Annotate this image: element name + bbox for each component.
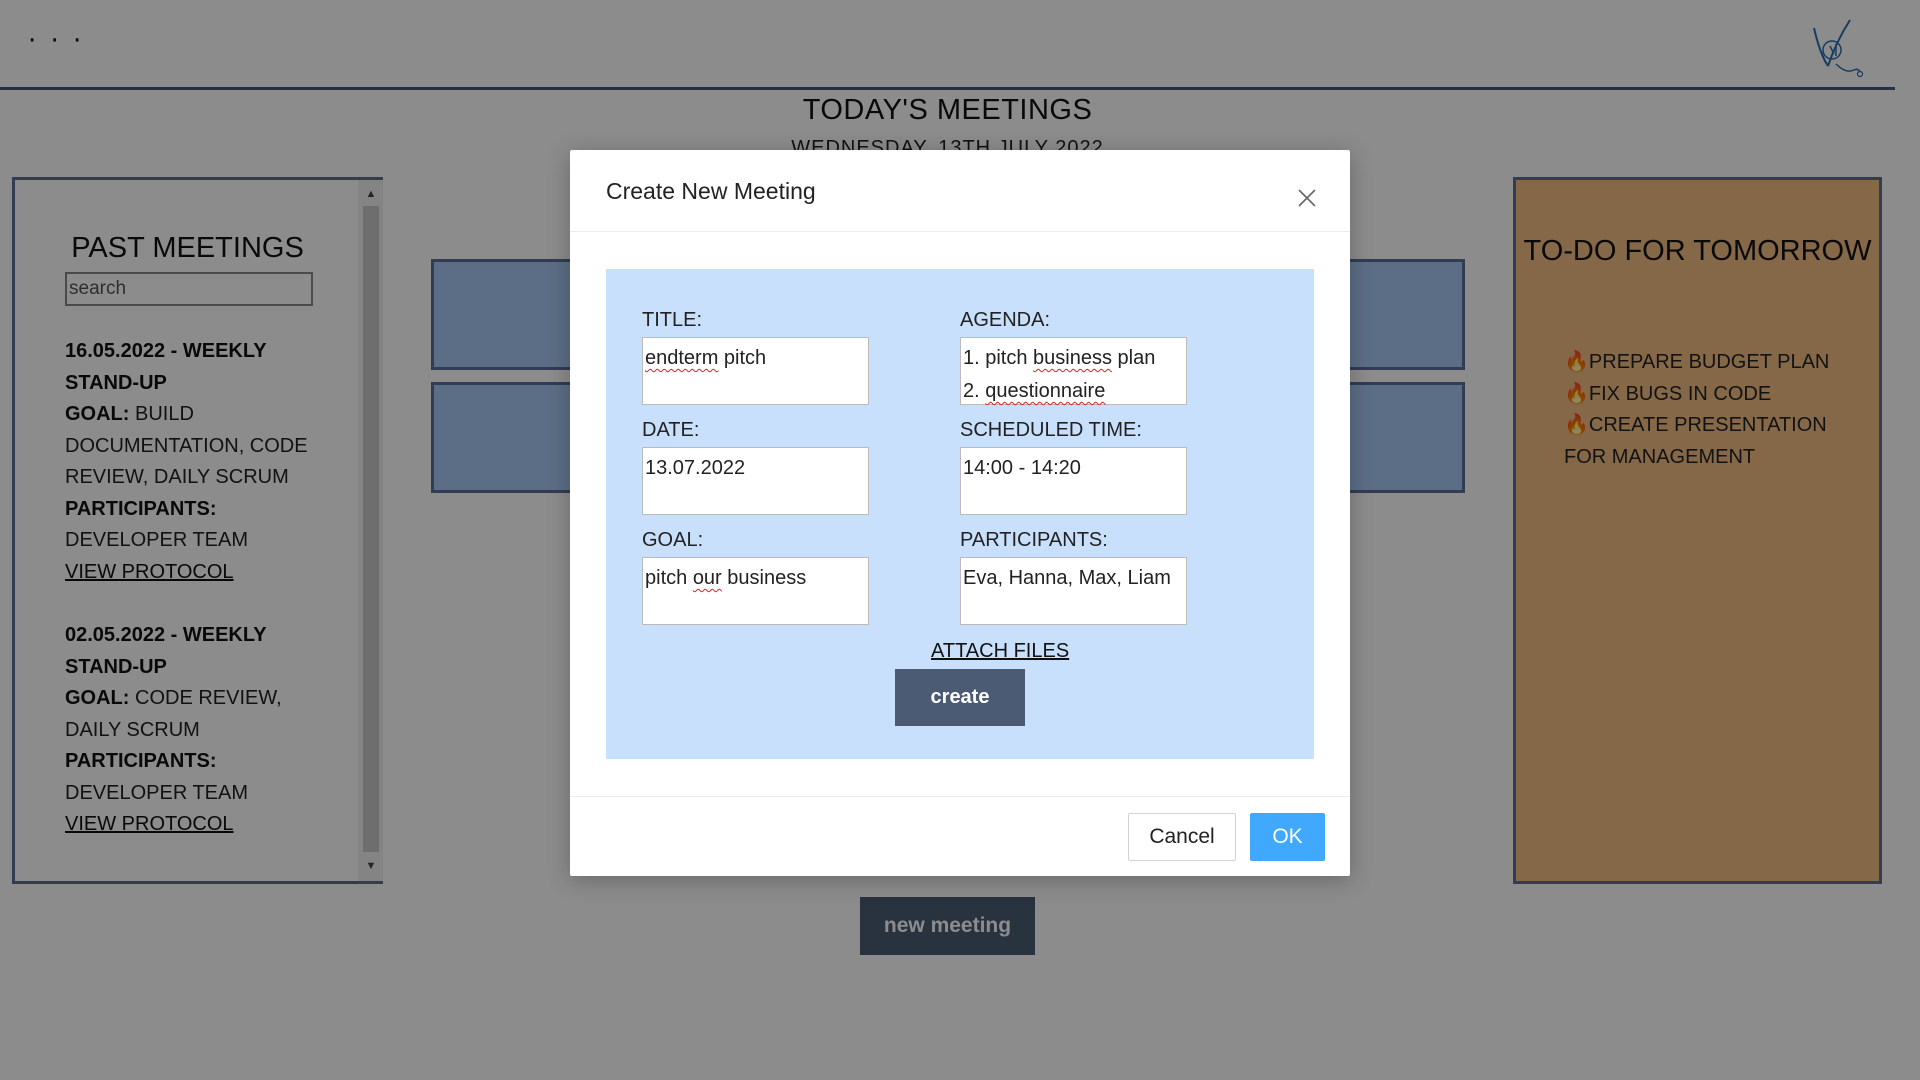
scheduled-time-label: SCHEDULED TIME: [960, 419, 1142, 441]
goal-field[interactable]: pitch our business [642, 557, 869, 625]
title-field[interactable]: endterm pitch [642, 337, 869, 405]
date-label: DATE: [642, 419, 700, 441]
close-icon [1298, 188, 1316, 207]
attach-files-link[interactable]: ATTACH FILES [931, 640, 1069, 663]
agenda-label: AGENDA: [960, 309, 1051, 331]
close-button[interactable] [1292, 184, 1322, 214]
dialog-title: Create New Meeting [606, 178, 816, 204]
goal-label: GOAL: [642, 529, 704, 551]
ok-button[interactable]: OK [1250, 813, 1325, 861]
agenda-field[interactable]: 1. pitch business plan 2. questionnaire [960, 337, 1187, 405]
participants-field[interactable]: Eva, Hanna, Max, Liam [960, 557, 1187, 625]
participants-label: PARTICIPANTS: [960, 529, 1108, 551]
date-field[interactable]: 13.07.2022 [642, 447, 869, 515]
dialog-header: Create New Meeting [570, 150, 1350, 232]
cancel-button[interactable]: Cancel [1128, 813, 1236, 861]
create-button[interactable]: create [895, 669, 1025, 726]
meeting-form: TITLE: endterm pitch AGENDA: 1. pitch bu… [606, 269, 1314, 759]
dialog-footer-divider [570, 796, 1350, 797]
title-label: TITLE: [642, 309, 703, 331]
create-meeting-dialog: Create New Meeting TITLE: endterm pitch … [570, 150, 1350, 876]
scheduled-time-field[interactable]: 14:00 - 14:20 [960, 447, 1187, 515]
